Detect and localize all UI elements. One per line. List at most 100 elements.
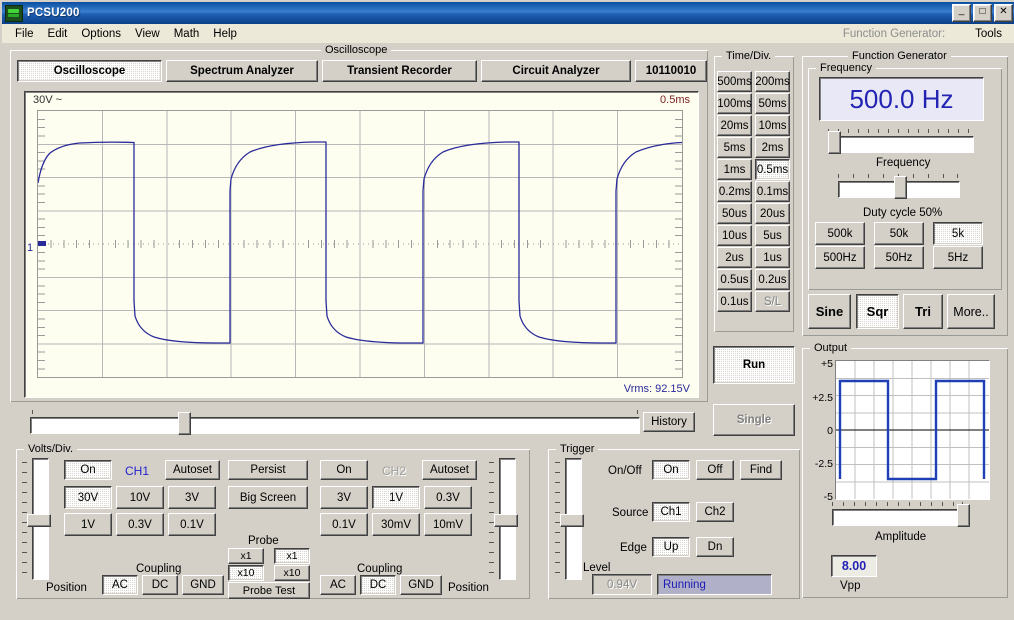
persist-button[interactable]: Persist xyxy=(228,460,308,480)
tab-binary[interactable]: 10110010 xyxy=(635,60,707,82)
ch2-range-10mv[interactable]: 10mV xyxy=(424,513,472,536)
time-div-0_1us[interactable]: 0.1us xyxy=(717,291,752,312)
ch1-range-0_1v[interactable]: 0.1V xyxy=(168,513,216,536)
trigger-source-ch2[interactable]: Ch2 xyxy=(696,502,734,522)
freq-range-500k[interactable]: 500k xyxy=(815,222,865,245)
time-div-50ms[interactable]: 50ms xyxy=(755,93,790,114)
big-screen-button[interactable]: Big Screen xyxy=(228,486,308,509)
maximize-button[interactable]: □ xyxy=(973,4,992,22)
time-div-0_5us[interactable]: 0.5us xyxy=(717,269,752,290)
close-button[interactable]: ✕ xyxy=(994,4,1013,22)
time-div-5ms[interactable]: 5ms xyxy=(717,137,752,158)
ch2-probe-x10[interactable]: x10 xyxy=(274,565,310,581)
scope-display[interactable]: 30V ~ 0.5ms Vrms: 92.15V 1 xyxy=(24,91,699,398)
menu-tools[interactable]: Tools xyxy=(975,28,1014,40)
ch2-range-30mv[interactable]: 30mV xyxy=(372,513,420,536)
time-div-5us[interactable]: 5us xyxy=(755,225,790,246)
time-div-20us[interactable]: 20us xyxy=(755,203,790,224)
ch1-range-3v[interactable]: 3V xyxy=(168,486,216,509)
menu-file[interactable]: File xyxy=(8,27,41,41)
trigger-edge-dn[interactable]: Dn xyxy=(696,537,734,557)
frequency-slider-track[interactable] xyxy=(828,136,974,153)
ch1-position-thumb[interactable] xyxy=(27,514,51,527)
trigger-on-button[interactable]: On xyxy=(652,460,690,480)
tab-oscilloscope[interactable]: Oscilloscope xyxy=(17,60,162,82)
ch1-on-button[interactable]: On xyxy=(64,460,112,480)
ch2-autoset-button[interactable]: Autoset xyxy=(422,460,477,480)
amplitude-slider-thumb[interactable] xyxy=(957,504,970,527)
time-div-10ms[interactable]: 10ms xyxy=(755,115,790,136)
time-div-200ms[interactable]: 200ms xyxy=(755,71,790,92)
history-slider-thumb[interactable] xyxy=(178,412,191,435)
waveform-more[interactable]: More.. xyxy=(947,294,995,329)
tab-circuit-analyzer[interactable]: Circuit Analyzer xyxy=(481,60,631,82)
ch1-probe-x1[interactable]: x1 xyxy=(228,548,264,564)
waveform-triangle[interactable]: Tri xyxy=(903,294,943,329)
duty-cycle-slider-thumb[interactable] xyxy=(894,176,907,199)
time-div-0_5ms[interactable]: 0.5ms xyxy=(755,159,790,180)
ch1-range-0_3v[interactable]: 0.3V xyxy=(116,513,164,536)
menu-view[interactable]: View xyxy=(128,27,167,41)
tab-spectrum-analyzer[interactable]: Spectrum Analyzer xyxy=(166,60,318,82)
ch1-probe-x10[interactable]: x10 xyxy=(228,565,264,581)
time-div-0_2ms[interactable]: 0.2ms xyxy=(717,181,752,202)
time-div-2ms[interactable]: 2ms xyxy=(755,137,790,158)
ch1-position-slider[interactable] xyxy=(22,458,56,580)
amplitude-slider-track[interactable] xyxy=(832,509,968,526)
history-slider[interactable] xyxy=(30,410,640,436)
ch2-position-slider[interactable] xyxy=(489,458,523,580)
freq-range-500hz[interactable]: 500Hz xyxy=(815,246,865,269)
ch2-coupling-ac[interactable]: AC xyxy=(320,575,356,595)
ch2-position-thumb[interactable] xyxy=(494,514,518,527)
menu-edit[interactable]: Edit xyxy=(41,27,75,41)
trigger-find-button[interactable]: Find xyxy=(740,460,782,480)
ch2-range-3v[interactable]: 3V xyxy=(320,486,368,509)
ch1-range-1v[interactable]: 1V xyxy=(64,513,112,536)
freq-range-5hz[interactable]: 5Hz xyxy=(933,246,983,269)
time-div-2us[interactable]: 2us xyxy=(717,247,752,268)
time-div-1ms[interactable]: 1ms xyxy=(717,159,752,180)
menu-help[interactable]: Help xyxy=(206,27,244,41)
time-div-50us[interactable]: 50us xyxy=(717,203,752,224)
probe-test-button[interactable]: Probe Test xyxy=(228,582,310,599)
time-div-1us[interactable]: 1us xyxy=(755,247,790,268)
history-button[interactable]: History xyxy=(643,412,695,432)
ch2-on-button[interactable]: On xyxy=(320,460,368,480)
history-slider-track[interactable] xyxy=(30,417,640,434)
waveform-square[interactable]: Sqr xyxy=(856,294,899,329)
ch1-coupling-gnd[interactable]: GND xyxy=(182,575,224,595)
time-div-100ms[interactable]: 100ms xyxy=(717,93,752,114)
trigger-level-thumb[interactable] xyxy=(560,514,584,527)
trigger-source-ch1[interactable]: Ch1 xyxy=(652,502,690,522)
ch2-range-0_3v[interactable]: 0.3V xyxy=(424,486,472,509)
tab-transient-recorder[interactable]: Transient Recorder xyxy=(322,60,477,82)
freq-range-50k[interactable]: 50k xyxy=(874,222,924,245)
frequency-slider-thumb[interactable] xyxy=(828,131,841,154)
time-div-500ms[interactable]: 500ms xyxy=(717,71,752,92)
ch2-coupling-gnd[interactable]: GND xyxy=(400,575,442,595)
time-div-20ms[interactable]: 20ms xyxy=(717,115,752,136)
ch1-autoset-button[interactable]: Autoset xyxy=(165,460,220,480)
duty-cycle-slider[interactable] xyxy=(838,174,960,200)
ch1-range-30v[interactable]: 30V xyxy=(64,486,112,509)
frequency-slider[interactable] xyxy=(828,129,974,155)
ch1-coupling-dc[interactable]: DC xyxy=(142,575,178,595)
amplitude-slider[interactable] xyxy=(832,502,970,528)
freq-range-50hz[interactable]: 50Hz xyxy=(874,246,924,269)
ch1-coupling-ac[interactable]: AC xyxy=(102,575,138,595)
menu-options[interactable]: Options xyxy=(74,27,128,41)
ch2-range-1v[interactable]: 1V xyxy=(372,486,420,509)
run-button[interactable]: Run xyxy=(713,346,795,384)
menu-math[interactable]: Math xyxy=(167,27,207,41)
ch2-coupling-dc[interactable]: DC xyxy=(360,575,396,595)
trigger-off-button[interactable]: Off xyxy=(696,460,734,480)
minimize-button[interactable]: _ xyxy=(952,4,971,22)
freq-range-5k[interactable]: 5k xyxy=(933,222,983,245)
time-div-10us[interactable]: 10us xyxy=(717,225,752,246)
time-div-0_2us[interactable]: 0.2us xyxy=(755,269,790,290)
time-div-0_1ms[interactable]: 0.1ms xyxy=(755,181,790,202)
trigger-edge-up[interactable]: Up xyxy=(652,537,690,557)
ch2-range-0_1v[interactable]: 0.1V xyxy=(320,513,368,536)
ch1-range-10v[interactable]: 10V xyxy=(116,486,164,509)
waveform-sine[interactable]: Sine xyxy=(808,294,851,329)
